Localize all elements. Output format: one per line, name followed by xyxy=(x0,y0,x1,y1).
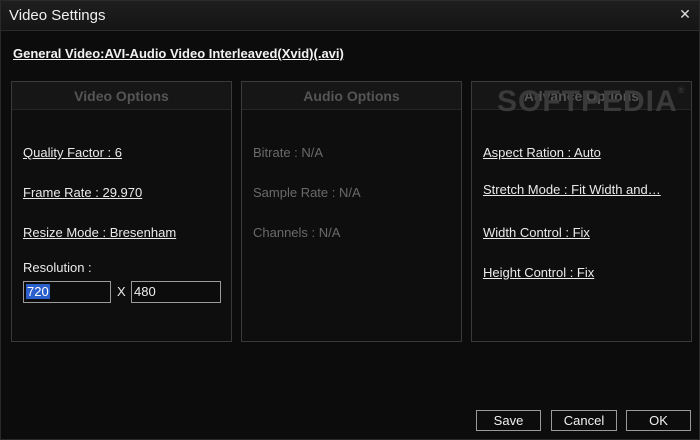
video-options-panel: Video Options Quality Factor : 6 Frame R… xyxy=(11,81,232,342)
bitrate-option: Bitrate : N/A xyxy=(253,145,324,160)
resolution-label: Resolution : xyxy=(23,260,92,275)
close-icon[interactable]: ✕ xyxy=(677,5,693,23)
window-title: Video Settings xyxy=(9,7,106,24)
audio-options-panel: Audio Options Bitrate : N/A Sample Rate … xyxy=(241,81,462,342)
quality-factor-link[interactable]: Quality Factor : 6 xyxy=(23,145,122,160)
stretch-mode-link[interactable]: Stretch Mode : Fit Width and… xyxy=(483,182,661,197)
watermark-registered-mark: ® xyxy=(677,85,686,95)
resolution-height-input[interactable]: 480 xyxy=(131,281,221,303)
height-control-link[interactable]: Height Control : Fix xyxy=(483,265,594,280)
watermark-text: SOFTPEDIA xyxy=(497,85,678,118)
resolution-width-value: 720 xyxy=(26,284,50,299)
channels-option: Channels : N/A xyxy=(253,225,341,240)
resolution-width-input[interactable]: 720 xyxy=(23,281,111,303)
sample-rate-option: Sample Rate : N/A xyxy=(253,185,361,200)
cancel-button[interactable]: Cancel xyxy=(551,410,617,431)
advance-options-panel: Advance Options Aspect Ration : Auto Str… xyxy=(471,81,692,342)
general-video-format-link[interactable]: General Video:AVI-Audio Video Interleave… xyxy=(13,46,344,61)
aspect-ratio-link[interactable]: Aspect Ration : Auto xyxy=(483,145,601,160)
title-bar[interactable]: Video Settings ✕ xyxy=(1,1,699,31)
audio-options-header: Audio Options xyxy=(242,82,461,110)
frame-rate-link[interactable]: Frame Rate : 29.970 xyxy=(23,185,142,200)
resolution-separator: X xyxy=(117,284,126,299)
video-options-header: Video Options xyxy=(12,82,231,110)
video-settings-dialog: Video Settings ✕ General Video:AVI-Audio… xyxy=(0,0,700,440)
width-control-link[interactable]: Width Control : Fix xyxy=(483,225,590,240)
save-button[interactable]: Save xyxy=(476,410,541,431)
resize-mode-link[interactable]: Resize Mode : Bresenham xyxy=(23,225,176,240)
ok-button[interactable]: OK xyxy=(626,410,691,431)
softpedia-watermark: SOFTPEDIA® xyxy=(497,85,685,119)
